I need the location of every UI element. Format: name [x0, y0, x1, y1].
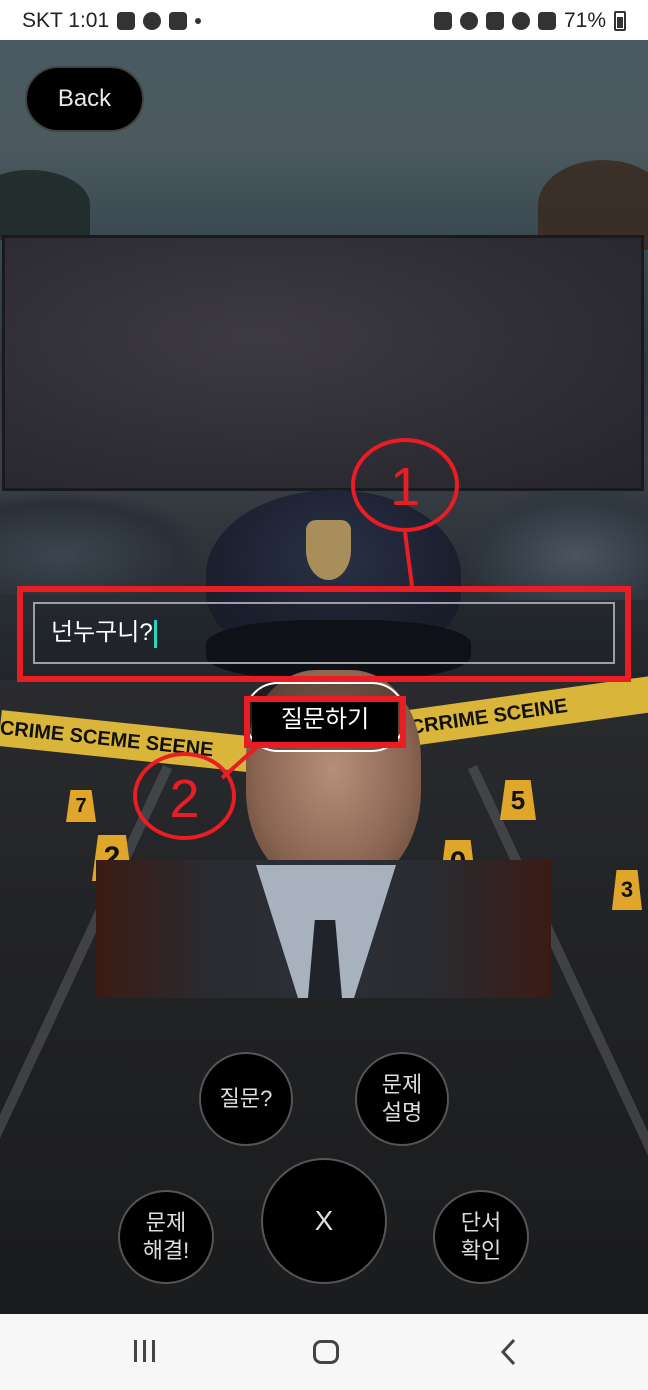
- question-hint-button[interactable]: 질문?: [199, 1052, 293, 1146]
- annotation-callout-1: 1: [351, 438, 459, 532]
- annotation-callout-2: 2: [133, 752, 236, 840]
- solve-problem-button[interactable]: 문제 해결!: [118, 1190, 214, 1284]
- navigation-bar: [0, 1314, 648, 1390]
- check-clues-button[interactable]: 단서 확인: [433, 1190, 529, 1284]
- home-icon[interactable]: [313, 1340, 339, 1364]
- problem-description-button[interactable]: 문제 설명: [355, 1052, 449, 1146]
- recents-icon[interactable]: [132, 1338, 160, 1366]
- close-button[interactable]: X: [261, 1158, 387, 1284]
- back-icon[interactable]: [500, 1338, 516, 1366]
- leader-line-1: [403, 531, 414, 587]
